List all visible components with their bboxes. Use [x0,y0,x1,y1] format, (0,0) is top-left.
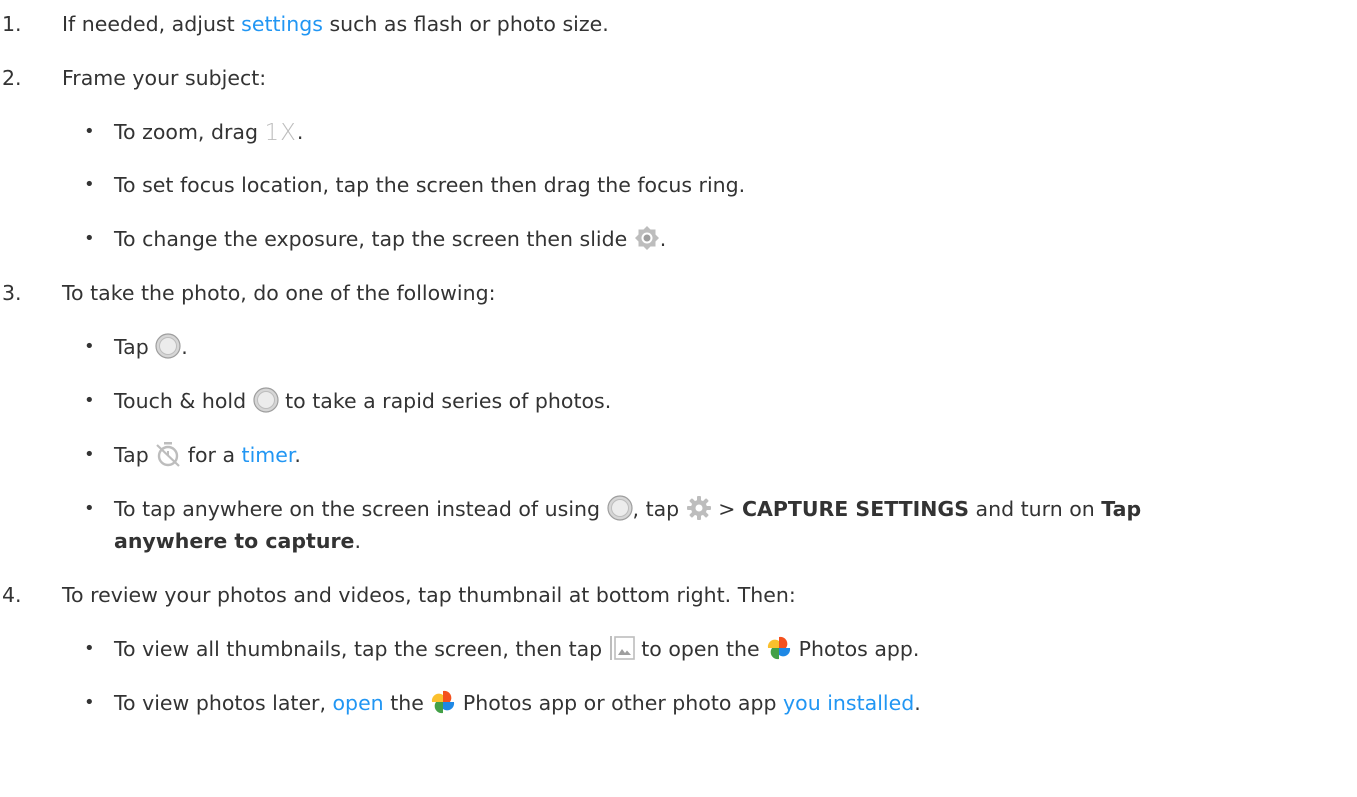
gallery-thumbnail-icon [609,635,635,661]
bullet: • [84,336,95,357]
list-item-text: To view photos later, open the Photos ap… [114,689,921,715]
instructions-page: 1. If needed, adjust settings such as fl… [0,0,1357,797]
bullet: • [84,174,95,195]
list-item-text: anywhere to capture. [114,529,361,553]
shutter-button-icon [155,333,181,359]
shutter-button-icon [253,387,279,413]
step-number: 2. [2,66,22,90]
list-item-text: Tap for a timer. [114,441,301,467]
bullet: • [84,638,95,659]
open-link[interactable]: open [333,691,384,715]
timer-link[interactable]: timer [242,443,295,467]
step-text: To take the photo, do one of the followi… [62,281,496,305]
google-photos-pinwheel-icon [430,689,456,715]
list-item-text: Tap . [114,333,188,359]
bullet: • [84,228,95,249]
step-number: 4. [2,583,22,607]
google-photos-pinwheel-icon [766,635,792,661]
list-item-text: To change the exposure, tap the screen t… [114,225,667,251]
bullet: • [84,498,95,519]
bullet: • [84,444,95,465]
step-text: To review your photos and videos, tap th… [62,583,796,607]
shutter-button-icon [606,495,633,521]
exposure-sun-icon [634,225,660,251]
list-item-text: To set focus location, tap the screen th… [114,173,746,197]
settings-link[interactable]: settings [241,12,323,36]
capture-settings-label: CAPTURE SETTINGS [741,497,970,521]
bullet: • [84,121,95,142]
gear-icon [686,495,712,521]
list-item-text: To tap anywhere on the screen instead of… [114,495,1142,521]
list-item-text: To view all thumbnails, tap the screen, … [114,635,920,661]
zoom-1x-icon: 1X [264,120,297,146]
bullet: • [84,390,95,411]
bullet: • [84,692,95,713]
list-item-text: To zoom, drag 1X. [114,120,304,146]
timer-off-icon [155,441,181,467]
tap-anywhere-label: Tap [1101,497,1142,521]
step-number: 3. [2,281,22,305]
list-item-text: Touch & hold to take a rapid series of p… [114,387,612,413]
you-installed-link[interactable]: you installed [783,691,914,715]
step-text: If needed, adjust settings such as flash… [62,12,609,36]
step-text: Frame your subject: [62,66,267,90]
tap-anywhere-label: anywhere to capture [114,529,355,553]
step-number: 1. [2,12,22,36]
